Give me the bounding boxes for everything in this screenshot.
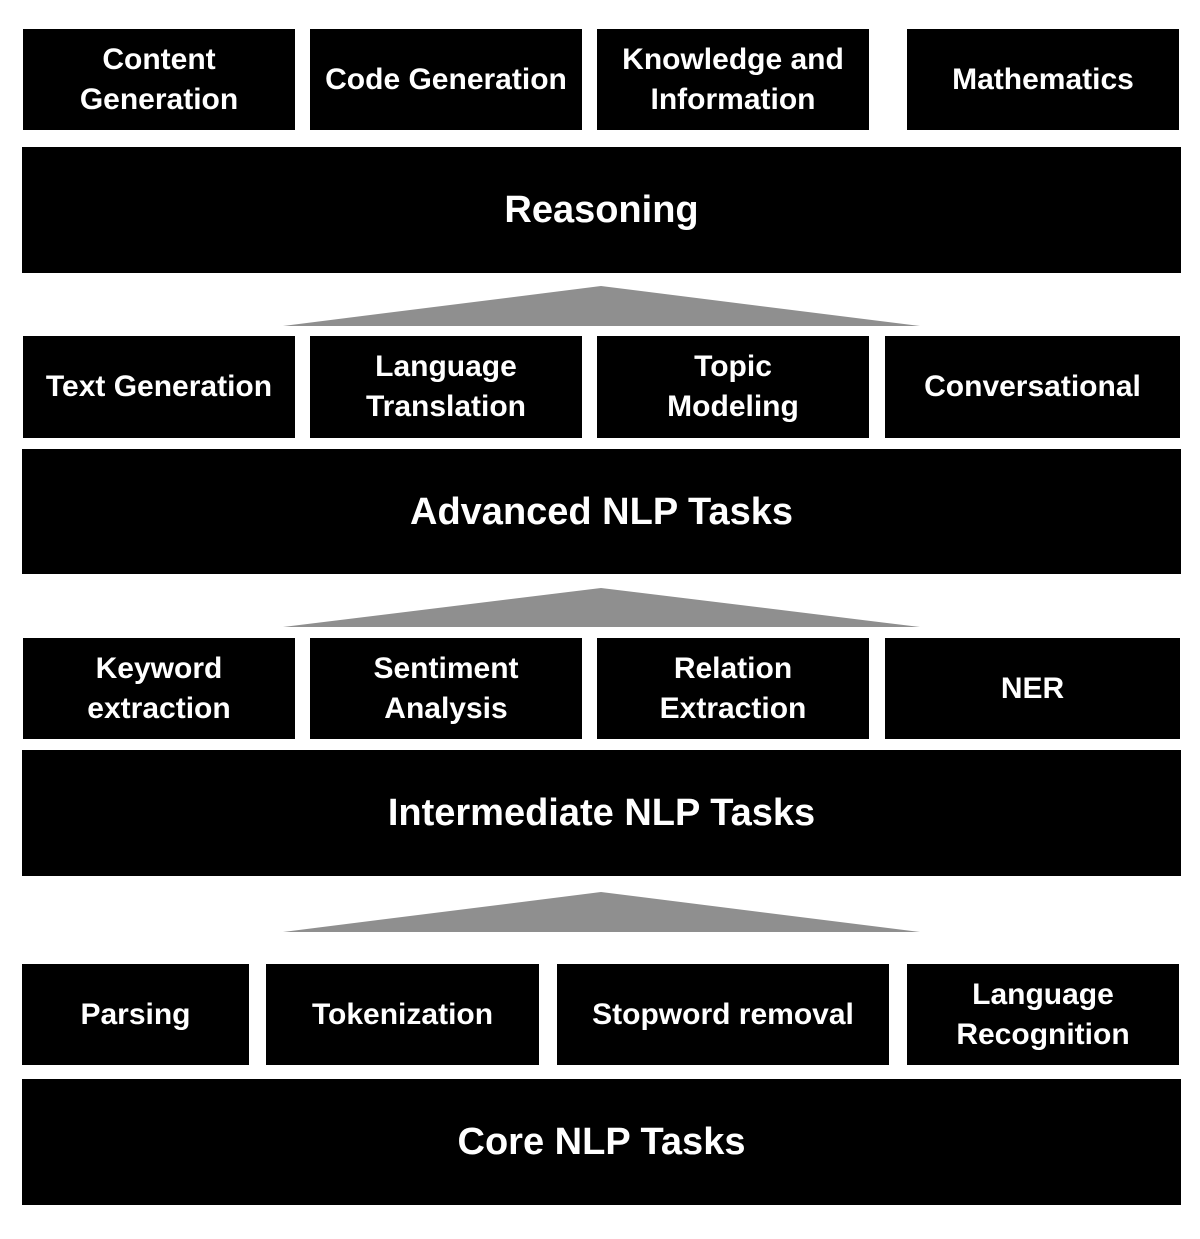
task-box: Relation Extraction xyxy=(597,638,869,739)
task-box: Content Generation xyxy=(23,29,295,130)
task-box: Stopword removal xyxy=(557,964,889,1065)
task-box: Language Translation xyxy=(310,336,582,438)
arrow-up-icon xyxy=(283,588,920,627)
task-box: Text Generation xyxy=(23,336,295,438)
task-box: Keyword extraction xyxy=(23,638,295,739)
arrow-up-icon xyxy=(283,892,920,932)
layer-title: Intermediate NLP Tasks xyxy=(22,750,1181,876)
task-box: Topic Modeling xyxy=(597,336,869,438)
task-box: Mathematics xyxy=(907,29,1179,130)
task-box: Sentiment Analysis xyxy=(310,638,582,739)
task-box: Conversational xyxy=(885,336,1180,438)
layer-title: Reasoning xyxy=(22,147,1181,273)
task-box: Language Recognition xyxy=(907,964,1179,1065)
task-box: Knowledge and Information xyxy=(597,29,869,130)
layer-title: Advanced NLP Tasks xyxy=(22,449,1181,574)
task-box: Parsing xyxy=(22,964,249,1065)
task-box: Tokenization xyxy=(266,964,539,1065)
layer-title: Core NLP Tasks xyxy=(22,1079,1181,1205)
task-box: Code Generation xyxy=(310,29,582,130)
task-box: NER xyxy=(885,638,1180,739)
arrow-up-icon xyxy=(283,286,920,326)
